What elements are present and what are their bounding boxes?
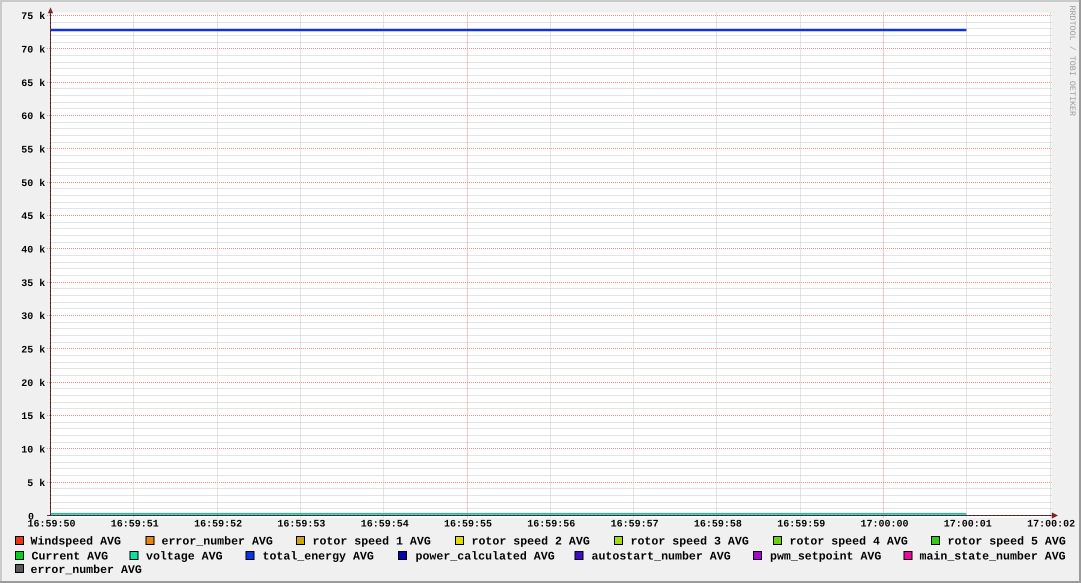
svg-text:75 k: 75 k	[21, 11, 45, 23]
svg-text:autostart_number AVG: autostart_number AVG	[592, 550, 731, 563]
svg-text:45 k: 45 k	[21, 211, 45, 223]
svg-text:rotor speed 4 AVG: rotor speed 4 AVG	[790, 536, 908, 549]
svg-text:16:59:57: 16:59:57	[611, 520, 659, 531]
svg-text:16:59:56: 16:59:56	[527, 520, 575, 531]
svg-text:Windspeed AVG: Windspeed AVG	[31, 536, 121, 549]
svg-text:Current AVG: Current AVG	[32, 550, 109, 563]
svg-text:16:59:50: 16:59:50	[27, 520, 75, 531]
svg-text:17:00:00: 17:00:00	[860, 520, 908, 531]
svg-text:pwm_setpoint AVG: pwm_setpoint AVG	[770, 550, 881, 563]
svg-text:16:59:51: 16:59:51	[111, 520, 159, 531]
svg-text:5 k: 5 k	[27, 478, 45, 490]
svg-text:RRDTOOL / TOBI OETIKER: RRDTOOL / TOBI OETIKER	[1067, 6, 1077, 117]
svg-text:rotor speed 5 AVG: rotor speed 5 AVG	[948, 536, 1066, 549]
svg-text:17:00:01: 17:00:01	[944, 520, 992, 531]
svg-text:16:59:59: 16:59:59	[777, 520, 825, 531]
svg-text:30 k: 30 k	[21, 311, 45, 323]
svg-text:rotor speed 2 AVG: rotor speed 2 AVG	[472, 536, 590, 549]
svg-text:16:59:55: 16:59:55	[444, 520, 492, 531]
svg-text:55 k: 55 k	[21, 145, 45, 157]
svg-text:total_energy AVG: total_energy AVG	[263, 550, 374, 563]
svg-text:16:59:54: 16:59:54	[361, 520, 409, 531]
svg-text:rotor speed 1 AVG: rotor speed 1 AVG	[313, 536, 431, 549]
svg-text:50 k: 50 k	[21, 178, 45, 190]
svg-text:16:59:52: 16:59:52	[194, 520, 242, 531]
svg-text:10 k: 10 k	[21, 445, 45, 457]
svg-text:voltage AVG: voltage AVG	[146, 550, 223, 563]
svg-text:17:00:02: 17:00:02	[1027, 520, 1075, 531]
svg-text:16:59:53: 16:59:53	[277, 520, 325, 531]
svg-text:power_calculated AVG: power_calculated AVG	[416, 550, 555, 563]
svg-text:main_state_number AVG: main_state_number AVG	[920, 550, 1066, 563]
svg-text:60 k: 60 k	[21, 111, 45, 123]
svg-text:error_number AVG: error_number AVG	[31, 564, 142, 577]
svg-text:16:59:58: 16:59:58	[694, 520, 742, 531]
svg-text:rotor speed 3 AVG: rotor speed 3 AVG	[631, 536, 749, 549]
svg-text:35 k: 35 k	[21, 278, 45, 290]
svg-text:25 k: 25 k	[21, 345, 45, 357]
svg-text:20 k: 20 k	[21, 378, 45, 390]
svg-text:error_number AVG: error_number AVG	[162, 536, 273, 549]
svg-text:15 k: 15 k	[21, 411, 45, 423]
svg-text:65 k: 65 k	[21, 78, 45, 90]
svg-text:40 k: 40 k	[21, 245, 45, 257]
svg-text:70 k: 70 k	[21, 45, 45, 57]
